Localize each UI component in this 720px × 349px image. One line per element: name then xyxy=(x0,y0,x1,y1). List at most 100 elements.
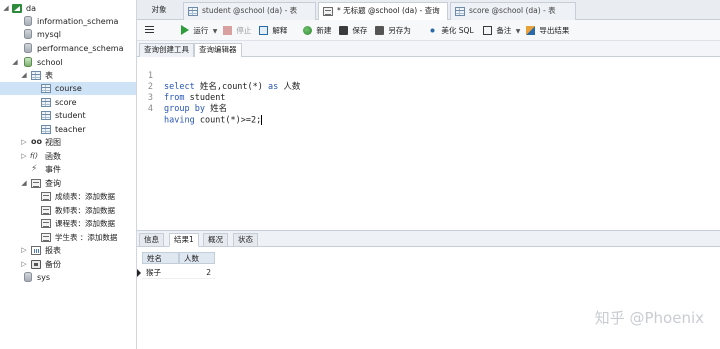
export-result-button[interactable]: 导出结果 xyxy=(526,24,569,37)
tree-item-label: performance_schema xyxy=(37,44,124,53)
collapse-arrow-icon[interactable]: ◢ xyxy=(20,69,28,82)
text-cursor xyxy=(261,115,263,125)
code-line: 3 group by 姓名 xyxy=(137,82,227,114)
tree-item-label: school xyxy=(37,58,63,67)
tab-label: student @school (da) - 表 xyxy=(202,6,298,15)
code-text: from student xyxy=(164,93,225,104)
result-grid[interactable]: 姓名 人数 猴子 2 xyxy=(137,247,720,349)
tree-item-label: teacher xyxy=(55,125,86,134)
explain-button[interactable]: 解释 xyxy=(259,24,287,37)
code-line: 1 select 姓名,count(*) as 人数 xyxy=(137,60,301,92)
function-icon xyxy=(30,150,41,163)
tree-item-table-score[interactable]: score xyxy=(0,96,136,109)
expand-arrow-icon[interactable]: ▷ xyxy=(20,136,28,149)
query-icon xyxy=(41,206,51,215)
menu-button[interactable] xyxy=(145,24,156,37)
new-icon xyxy=(303,25,312,35)
tree-item-database[interactable]: performance_schema xyxy=(0,42,136,55)
tree-item-database-school[interactable]: ◢ school xyxy=(0,56,136,69)
column-header[interactable]: 姓名 xyxy=(142,252,179,264)
tree-item-query[interactable]: 课程表：添加数据 xyxy=(0,217,136,230)
save-as-button[interactable]: 另存为 xyxy=(375,24,411,37)
expand-arrow-icon[interactable]: ▷ xyxy=(20,258,28,271)
query-icon xyxy=(323,7,333,16)
tree-item-tables[interactable]: ◢ 表 xyxy=(0,69,136,82)
sql-keyword: group by xyxy=(164,104,205,114)
save-button[interactable]: 保存 xyxy=(339,24,367,37)
collapse-arrow-icon[interactable]: ◢ xyxy=(11,56,19,69)
collapse-arrow-icon[interactable]: ◢ xyxy=(2,2,10,15)
query-icon xyxy=(41,219,51,228)
hamburger-icon xyxy=(145,25,154,35)
tab-status[interactable]: 状态 xyxy=(233,233,258,247)
table-icon xyxy=(455,7,465,16)
tab-message[interactable]: 信息 xyxy=(139,233,164,247)
chevron-down-icon[interactable]: ▼ xyxy=(516,28,521,35)
sql-editor[interactable]: 1 select 姓名,count(*) as 人数 2 from studen… xyxy=(137,57,720,230)
table-cell[interactable]: 2 xyxy=(179,267,215,279)
new-button[interactable]: 新建 xyxy=(303,24,331,37)
tab-result-1[interactable]: 结果1 xyxy=(169,233,199,247)
run-button[interactable]: 运行 ▼ xyxy=(181,24,217,37)
tree-item-queries[interactable]: ◢ 查询 xyxy=(0,177,136,190)
tree-item-functions[interactable]: ▷ 函数 xyxy=(0,150,136,163)
stop-button[interactable]: 停止 xyxy=(223,24,251,37)
tab-query-editor[interactable]: 查询编辑器 xyxy=(194,43,242,58)
collapse-arrow-icon[interactable]: ◢ xyxy=(20,177,28,190)
code-line: 2 from student xyxy=(137,71,226,103)
explain-icon xyxy=(259,25,268,35)
query-icon xyxy=(41,233,51,242)
tree-item-table-student[interactable]: student xyxy=(0,109,136,122)
save-label: 保存 xyxy=(352,26,368,35)
tab-untitled-query[interactable]: * 无标题 @school (da) - 查询 xyxy=(318,2,448,21)
note-button[interactable]: 备注 ▼ xyxy=(483,24,520,37)
query-icon xyxy=(31,179,41,188)
table-cell[interactable]: 猴子 xyxy=(142,267,179,279)
database-icon xyxy=(24,57,32,67)
tab-profile[interactable]: 概况 xyxy=(203,233,228,247)
expand-arrow-icon[interactable]: ▷ xyxy=(20,244,28,257)
navigation-tree: ◢ da information_schema mysql performanc… xyxy=(0,0,137,349)
result-tabs: 信息 结果1 概况 状态 xyxy=(137,230,720,247)
tree-item-database[interactable]: information_schema xyxy=(0,15,136,28)
tree-item-backups[interactable]: ▷ 备份 xyxy=(0,258,136,271)
tree-item-reports[interactable]: ▷ 报表 xyxy=(0,244,136,257)
note-icon xyxy=(483,25,492,35)
tab-objects[interactable]: 对象 xyxy=(137,2,181,20)
tree-item-table-course[interactable]: course xyxy=(0,82,136,95)
stop-label: 停止 xyxy=(236,26,252,35)
sql-keyword: as xyxy=(268,82,279,92)
sql-text: 姓名 xyxy=(204,104,228,114)
tab-label: 对象 xyxy=(151,5,167,14)
tree-item-label: 事件 xyxy=(45,165,61,174)
tree-item-database[interactable]: mysql xyxy=(0,28,136,41)
column-header[interactable]: 人数 xyxy=(179,252,215,264)
query-icon xyxy=(41,192,51,201)
tree-item-events[interactable]: 事件 xyxy=(0,163,136,176)
beautify-label: 美化 SQL xyxy=(441,26,474,35)
tree-item-query[interactable]: 学生表 ：添加数据 xyxy=(0,231,136,244)
tab-query-builder[interactable]: 查询创建工具 xyxy=(139,43,194,57)
tree-item-label: da xyxy=(26,4,36,13)
tab-student-table[interactable]: student @school (da) - 表 xyxy=(183,2,316,20)
cell-text: 猴子 xyxy=(146,268,161,277)
tree-item-connection[interactable]: ◢ da xyxy=(0,2,136,15)
beautify-sql-button[interactable]: 美化 SQL xyxy=(428,24,474,37)
watermark: 知乎 @Phoenix xyxy=(594,309,704,327)
tree-item-query[interactable]: 成绩表：添加数据 xyxy=(0,190,136,203)
column-header-label: 人数 xyxy=(184,254,199,263)
tab-score-table[interactable]: score @school (da) - 表 xyxy=(450,2,576,20)
tree-item-query[interactable]: 教师表：添加数据 xyxy=(0,204,136,217)
chevron-down-icon[interactable]: ▼ xyxy=(213,28,218,35)
expand-arrow-icon[interactable]: ▷ xyxy=(20,150,28,163)
tree-item-views[interactable]: ▷ 视图 xyxy=(0,135,136,149)
database-icon xyxy=(24,43,32,53)
tree-item-table-teacher[interactable]: teacher xyxy=(0,123,136,136)
connection-icon xyxy=(12,4,22,13)
tree-item-database[interactable]: sys xyxy=(0,271,136,284)
tree-item-label: student xyxy=(55,111,86,120)
line-number: 4 xyxy=(147,104,153,114)
tree-item-label: 备份 xyxy=(45,260,61,269)
report-icon xyxy=(31,246,41,255)
tab-label: 信息 xyxy=(144,235,159,244)
